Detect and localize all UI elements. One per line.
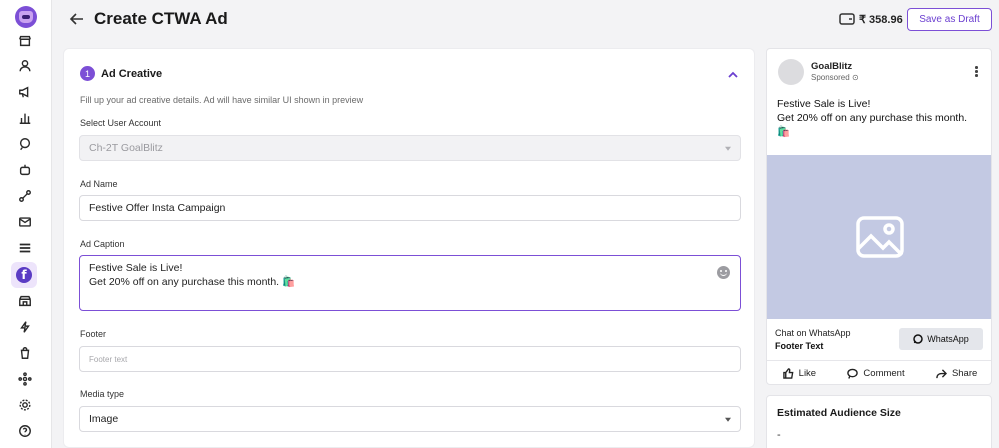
- bar-chart-icon[interactable]: [13, 106, 37, 130]
- lightning-icon[interactable]: [13, 315, 37, 339]
- footer-label: Footer: [80, 329, 107, 339]
- media-type-value: Image: [89, 413, 119, 425]
- user-account-select: Ch-2T GoalBlitz: [79, 135, 741, 161]
- step-title: Ad Creative: [101, 67, 163, 80]
- bot-icon[interactable]: [13, 158, 37, 182]
- share-icon: [936, 369, 947, 379]
- page-header: Create CTWA Ad ₹ 358.96 Save as Draft: [52, 0, 999, 38]
- ad-creative-card: 1 Ad Creative Fill up your ad creative d…: [63, 48, 755, 448]
- chevron-down-icon: [725, 146, 731, 151]
- thumbs-up-icon: [782, 368, 794, 379]
- image-icon: [856, 216, 904, 258]
- megaphone-icon[interactable]: [13, 80, 37, 104]
- list-icon[interactable]: [13, 236, 37, 260]
- ad-name-label: Ad Name: [80, 179, 118, 189]
- user-account-label: Select User Account: [80, 118, 162, 128]
- facebook-icon[interactable]: f: [11, 262, 37, 288]
- network-icon[interactable]: [13, 367, 37, 391]
- wallet-icon: [839, 13, 855, 25]
- footer-placeholder: Footer text: [89, 354, 128, 364]
- ad-caption-label: Ad Caption: [80, 239, 125, 249]
- chevron-up-icon[interactable]: [727, 68, 739, 80]
- user-icon[interactable]: [13, 54, 37, 78]
- media-placeholder: [767, 155, 991, 319]
- share-action[interactable]: Share: [936, 368, 977, 379]
- brand-logo[interactable]: [15, 6, 37, 28]
- store-icon[interactable]: [13, 29, 37, 53]
- help-icon[interactable]: [13, 419, 37, 443]
- settings-icon[interactable]: [13, 393, 37, 417]
- emoji-icon[interactable]: [717, 266, 730, 279]
- comment-icon: [847, 368, 859, 379]
- preview-sponsored: Sponsored ⊙: [811, 73, 859, 82]
- audience-card: Estimated Audience Size -: [766, 395, 992, 448]
- comment-action[interactable]: Comment: [847, 368, 905, 379]
- media-type-select[interactable]: Image: [79, 406, 741, 432]
- sidebar: f: [0, 0, 52, 448]
- preview-caption: Festive Sale is Live! Get 20% off on any…: [777, 97, 967, 139]
- back-arrow-icon[interactable]: [69, 11, 85, 27]
- ad-caption-textarea[interactable]: Festive Sale is Live! Get 20% off on any…: [79, 255, 741, 311]
- save-draft-button[interactable]: Save as Draft: [907, 8, 992, 31]
- user-account-value: Ch-2T GoalBlitz: [89, 142, 163, 154]
- avatar: [778, 59, 804, 85]
- preview-page-name: GoalBlitz: [811, 61, 853, 72]
- media-type-label: Media type: [80, 389, 125, 399]
- like-action[interactable]: Like: [782, 368, 816, 379]
- page-title: Create CTWA Ad: [94, 9, 228, 28]
- footer-input[interactable]: Footer text: [79, 346, 741, 372]
- preview-caption-line-2: Get 20% off on any purchase this month.: [777, 112, 968, 124]
- preview-cta-text: Chat on WhatsApp: [775, 328, 851, 338]
- balance-amount: ₹ 358.96: [859, 13, 903, 26]
- preview-caption-line-1: Festive Sale is Live!: [777, 98, 871, 110]
- more-options-icon[interactable]: [975, 66, 978, 78]
- caption-line-1: Festive Sale is Live!: [89, 262, 183, 274]
- whatsapp-button[interactable]: WhatsApp: [899, 328, 983, 350]
- preview-actions: Like Comment Share: [767, 360, 991, 384]
- chat-icon[interactable]: [13, 132, 37, 156]
- preview-footer-text: Footer Text: [775, 341, 824, 351]
- ad-name-value: Festive Offer Insta Campaign: [89, 202, 226, 214]
- shop-icon[interactable]: [13, 289, 37, 313]
- audience-title: Estimated Audience Size: [777, 407, 901, 419]
- caption-line-2: Get 20% off on any purchase this month. …: [89, 276, 296, 288]
- wallet-balance: ₹ 358.96: [839, 12, 903, 26]
- form-hint: Fill up your ad creative details. Ad wil…: [80, 95, 364, 105]
- ad-preview-card: GoalBlitz Sponsored ⊙ Festive Sale is Li…: [766, 48, 992, 385]
- step-header[interactable]: 1 Ad Creative: [80, 66, 162, 81]
- integration-icon[interactable]: [13, 184, 37, 208]
- globe-icon: ⊙: [851, 73, 859, 82]
- chevron-down-icon: [725, 417, 731, 422]
- whatsapp-icon: [913, 334, 923, 344]
- step-number-badge: 1: [80, 66, 95, 81]
- audience-value: -: [777, 429, 781, 441]
- mail-icon[interactable]: [13, 210, 37, 234]
- shopify-icon[interactable]: [13, 341, 37, 365]
- preview-caption-emoji: 🛍️: [777, 126, 791, 138]
- ad-name-input[interactable]: Festive Offer Insta Campaign: [79, 195, 741, 221]
